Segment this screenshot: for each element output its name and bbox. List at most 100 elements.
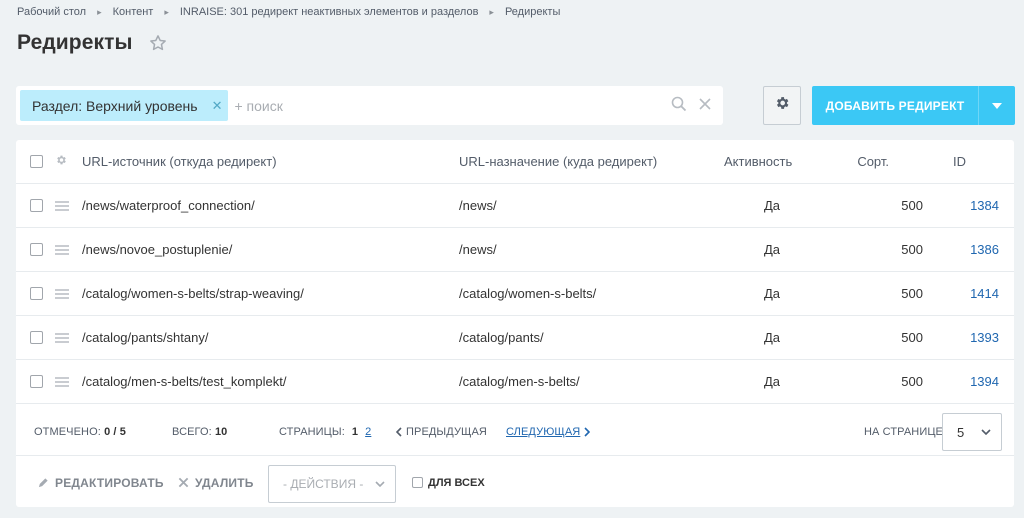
table-row[interactable]: /catalog/women-s-belts/strap-weaving/ /c… — [16, 272, 1014, 316]
row-checkbox[interactable] — [30, 331, 43, 344]
cell-active: Да — [764, 374, 781, 389]
add-redirect-button[interactable]: ДОБАВИТЬ РЕДИРЕКТ — [812, 86, 1015, 125]
per-page-label: НА СТРАНИЦЕ: — [864, 425, 947, 438]
chevron-down-icon — [992, 102, 1002, 109]
row-checkbox[interactable] — [30, 243, 43, 256]
breadcrumb-item-desktop[interactable]: Рабочий стол — [17, 6, 86, 18]
actions-select[interactable]: - ДЕЙСТВИЯ - — [268, 465, 396, 503]
edit-button[interactable]: РЕДАКТИРОВАТЬ — [38, 476, 164, 490]
next-page-label: СЛЕДУЮЩАЯ — [506, 425, 581, 438]
search-icon[interactable] — [671, 96, 687, 117]
prev-page-label: ПРЕДЫДУЩАЯ — [406, 425, 487, 438]
select-all-checkbox[interactable] — [30, 155, 43, 168]
cell-source: /news/waterproof_connection/ — [82, 198, 255, 213]
total-value: 10 — [214, 425, 228, 438]
delete-icon — [178, 477, 189, 488]
per-page-value: 5 — [957, 424, 965, 440]
column-settings-gear-icon[interactable] — [55, 153, 67, 171]
checked-counter: ОТМЕЧЕНО: 0 / 5 — [34, 426, 126, 438]
drag-handle-icon[interactable] — [55, 332, 69, 343]
breadcrumb-separator-icon: ▸ — [489, 6, 494, 17]
cell-active: Да — [764, 242, 781, 257]
cell-id-link[interactable]: 1384 — [970, 198, 999, 213]
breadcrumb: Рабочий стол ▸ Контент ▸ INRAISE: 301 ре… — [17, 5, 560, 19]
star-icon[interactable] — [149, 34, 167, 52]
page-title: Редиректы — [17, 31, 133, 54]
cell-target: /catalog/women-s-belts/ — [459, 286, 597, 301]
total-label: ВСЕГО: — [172, 425, 212, 438]
chevron-left-icon — [396, 426, 402, 437]
cell-source: /catalog/women-s-belts/strap-weaving/ — [82, 286, 304, 301]
column-header-sort[interactable]: Сорт. — [857, 154, 889, 169]
pages-label: СТРАНИЦЫ: — [279, 425, 345, 438]
cell-id-link[interactable]: 1414 — [970, 286, 999, 301]
edit-label: РЕДАКТИРОВАТЬ — [55, 475, 164, 490]
column-header-source[interactable]: URL-источник (откуда редирект) — [82, 154, 277, 169]
column-header-id[interactable]: ID — [953, 154, 966, 169]
title-row: Редиректы — [17, 31, 167, 55]
drag-handle-icon[interactable] — [55, 244, 69, 255]
for-all-checkbox[interactable] — [412, 477, 423, 488]
filter-tag[interactable]: Раздел: Верхний уровень ✕ — [20, 90, 229, 121]
cell-target: /catalog/men-s-belts/ — [459, 374, 580, 389]
filter-tag-label: Раздел: Верхний уровень — [32, 97, 198, 114]
settings-button[interactable] — [763, 86, 801, 125]
checked-label: ОТМЕЧЕНО: — [34, 425, 101, 438]
breadcrumb-separator-icon: ▸ — [97, 6, 102, 17]
chevron-down-icon — [375, 481, 385, 487]
grid-header: URL-источник (откуда редирект) URL-назна… — [16, 140, 1014, 184]
cell-id-link[interactable]: 1394 — [970, 374, 999, 389]
table-row[interactable]: /catalog/pants/shtany/ /catalog/pants/ Д… — [16, 316, 1014, 360]
prev-page-button[interactable]: ПРЕДЫДУЩАЯ — [396, 426, 487, 438]
page-link-2[interactable]: 2 — [365, 426, 371, 438]
breadcrumb-separator-icon: ▸ — [164, 6, 169, 17]
redirects-grid: URL-источник (откуда редирект) URL-назна… — [16, 140, 1014, 507]
cell-active: Да — [764, 198, 781, 213]
cell-source: /news/novoe_postuplenie/ — [82, 242, 233, 257]
drag-handle-icon[interactable] — [55, 288, 69, 299]
drag-handle-icon[interactable] — [55, 376, 69, 387]
cell-target: /catalog/pants/ — [459, 330, 544, 345]
breadcrumb-item-content[interactable]: Контент — [113, 6, 154, 18]
delete-label: УДАЛИТЬ — [195, 475, 254, 490]
search-input[interactable] — [234, 97, 655, 114]
row-checkbox[interactable] — [30, 287, 43, 300]
gear-icon — [774, 95, 790, 116]
cell-id-link[interactable]: 1386 — [970, 242, 999, 257]
pagination-pages: СТРАНИЦЫ: 1 2 — [279, 426, 371, 438]
for-all-option[interactable]: ДЛЯ ВСЕХ — [412, 477, 485, 489]
cell-source: /catalog/pants/shtany/ — [82, 330, 209, 345]
breadcrumb-item-module[interactable]: INRAISE: 301 редирект неактивных элемент… — [180, 6, 479, 18]
next-page-button[interactable]: СЛЕДУЮЩАЯ — [506, 425, 591, 438]
column-header-target[interactable]: URL-назначение (куда редирект) — [459, 154, 657, 169]
cell-target: /news/ — [459, 198, 497, 213]
cell-sort: 500 — [901, 198, 923, 213]
add-redirect-label[interactable]: ДОБАВИТЬ РЕДИРЕКТ — [812, 99, 978, 113]
filter-tag-close-icon[interactable]: ✕ — [212, 98, 223, 114]
table-row[interactable]: /news/waterproof_connection/ /news/ Да 5… — [16, 184, 1014, 228]
table-row[interactable]: /catalog/men-s-belts/test_komplekt/ /cat… — [16, 360, 1014, 404]
search-icons — [671, 96, 713, 117]
breadcrumb-item-redirects[interactable]: Редиректы — [505, 6, 560, 18]
grid-footer: ОТМЕЧЕНО: 0 / 5 ВСЕГО: 10 СТРАНИЦЫ: 1 2 … — [16, 408, 1014, 456]
drag-handle-icon[interactable] — [55, 200, 69, 211]
row-checkbox[interactable] — [30, 199, 43, 212]
checked-value: 0 / 5 — [104, 425, 126, 438]
cell-sort: 500 — [901, 374, 923, 389]
cell-target: /news/ — [459, 242, 497, 257]
add-redirect-dropdown[interactable] — [979, 86, 1015, 125]
per-page-select[interactable]: 5 — [942, 413, 1002, 451]
delete-button[interactable]: УДАЛИТЬ — [178, 476, 254, 490]
cell-sort: 500 — [901, 242, 923, 257]
pencil-icon — [38, 478, 48, 488]
column-header-active[interactable]: Активность — [724, 154, 792, 169]
row-checkbox[interactable] — [30, 375, 43, 388]
filter-search-box[interactable]: Раздел: Верхний уровень ✕ — [16, 86, 723, 125]
clear-icon[interactable] — [697, 96, 713, 117]
group-actions-bar: РЕДАКТИРОВАТЬ УДАЛИТЬ - ДЕЙСТВИЯ - ДЛЯ В… — [16, 458, 1014, 507]
total-counter: ВСЕГО: 10 — [172, 426, 227, 438]
chevron-down-icon — [981, 429, 991, 435]
cell-id-link[interactable]: 1393 — [970, 330, 999, 345]
table-row[interactable]: /news/novoe_postuplenie/ /news/ Да 500 1… — [16, 228, 1014, 272]
actions-select-value: - ДЕЙСТВИЯ - — [283, 477, 364, 491]
